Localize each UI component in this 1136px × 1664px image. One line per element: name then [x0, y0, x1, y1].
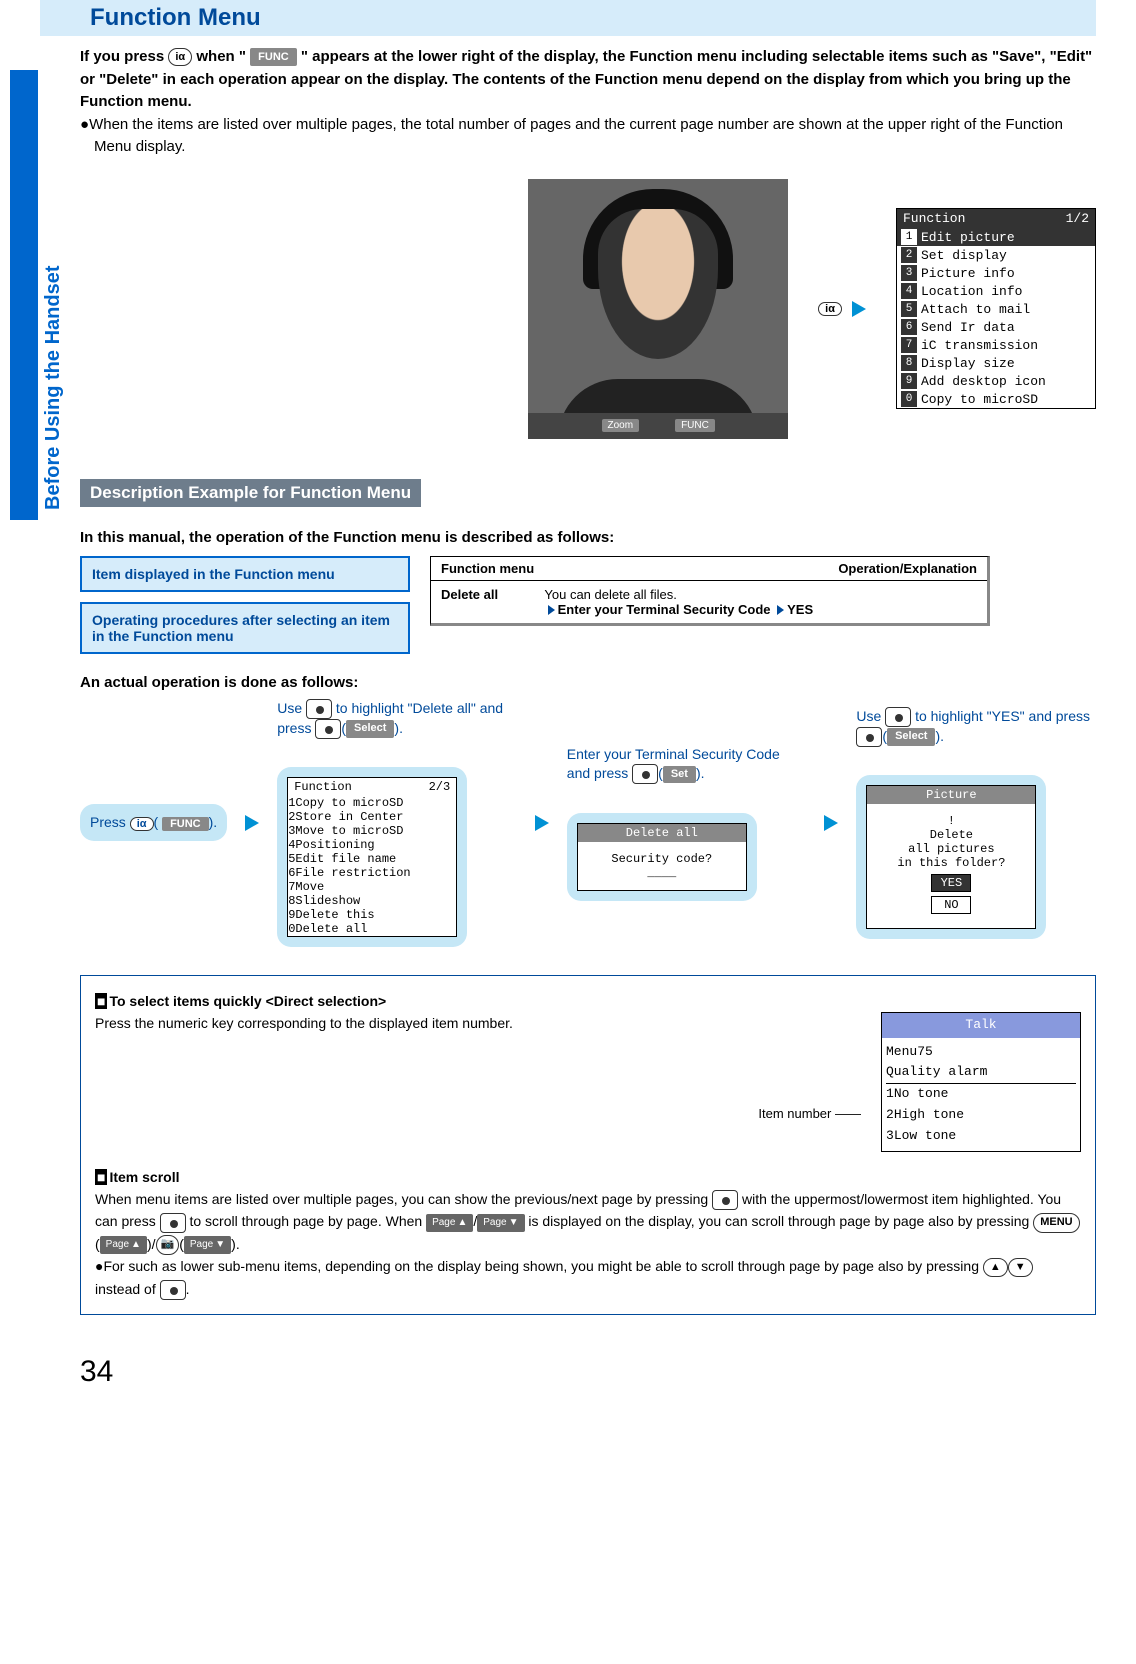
arrow-right-icon	[852, 301, 866, 317]
i-alpha-key-2: iα	[818, 302, 842, 316]
i-alpha-key-3: iα	[130, 817, 154, 831]
menu-item: 2Set display	[897, 246, 1095, 264]
menu-item: 0Copy to microSD	[897, 390, 1095, 408]
page-number: 34	[80, 1355, 1096, 1389]
notes-box: ■To select items quickly <Direct selecti…	[80, 975, 1096, 1316]
menu-item: 0Delete all	[288, 922, 456, 936]
talk-item: 2High tone	[886, 1105, 1076, 1126]
arrow-right-icon	[824, 815, 838, 831]
subheader-description: Description Example for Function Menu	[80, 479, 421, 507]
menu-item: 3Picture info	[897, 264, 1095, 282]
talk-screen: Talk Menu75 Quality alarm 1No tone2High …	[881, 1012, 1081, 1152]
arrow-right-icon	[245, 815, 259, 831]
confirm-screen: Picture ! Delete all pictures in this fo…	[866, 785, 1036, 929]
menu-item: 8Slideshow	[288, 894, 456, 908]
step0-press-func: Press iα( FUNC).	[80, 804, 227, 840]
function-menu-screen-2: Function2/3 1Copy to microSD2Store in Ce…	[287, 777, 457, 937]
menu-key: MENU	[1033, 1213, 1079, 1233]
page-down-chip: Page	[477, 1214, 524, 1232]
menu-item: 2Store in Center	[288, 810, 456, 824]
step1-caption: Use to highlight "Delete all" and press …	[277, 699, 517, 761]
nav-pad-icon	[712, 1190, 738, 1210]
camera-key: 📷	[156, 1235, 180, 1255]
nav-pad-icon	[856, 727, 882, 747]
i-alpha-key: iα	[168, 48, 192, 67]
set-chip: Set	[663, 766, 696, 783]
menu-item: 9Add desktop icon	[897, 372, 1095, 390]
nav-pad-icon	[632, 764, 658, 784]
intro-paragraph: If you press iα when " FUNC " appears at…	[80, 46, 1096, 159]
nav-pad-icon	[315, 719, 341, 739]
nav-pad-icon	[160, 1213, 186, 1233]
step2-caption: Enter your Terminal Security Code and pr…	[567, 745, 807, 807]
zoom-softkey: Zoom	[602, 419, 640, 432]
func-chip: FUNC	[250, 48, 297, 67]
down-key: ▼	[1008, 1258, 1033, 1278]
func-chip-2: FUNC	[162, 817, 209, 831]
menu-item: 1Copy to microSD	[288, 796, 456, 810]
desc-intro: In this manual, the operation of the Fun…	[80, 529, 1096, 546]
arrow-right-icon	[535, 815, 549, 831]
menu-item: 5Edit file name	[288, 852, 456, 866]
menu-item: 7Move	[288, 880, 456, 894]
page-title: Function Menu	[90, 4, 1096, 32]
select-chip: Select	[346, 720, 394, 737]
menu-item: 1Edit picture	[897, 228, 1095, 246]
menu-item: 6Send Ir data	[897, 318, 1095, 336]
select-chip-2: Select	[887, 728, 935, 745]
legend-item-displayed: Item displayed in the Function menu	[80, 556, 410, 592]
section-header: Function Menu	[40, 0, 1096, 36]
sidebar-chapter-label: Before Using the Handset	[10, 70, 38, 520]
example-photo: Zoom FUNC	[528, 179, 788, 439]
actual-intro: An actual operation is done as follows:	[80, 674, 1096, 691]
talk-item: 3Low tone	[886, 1126, 1076, 1147]
nav-pad-icon	[160, 1280, 186, 1300]
step3-caption: Use to highlight "YES" and press (Select…	[856, 707, 1096, 769]
menu-item: 4Location info	[897, 282, 1095, 300]
delete-all-screen: Delete all Security code? ____	[577, 823, 747, 891]
function-menu-screen-1: Function1/2 1Edit picture2Set display3Pi…	[896, 208, 1096, 409]
menu-item: 8Display size	[897, 354, 1095, 372]
menu-item: 5Attach to mail	[897, 300, 1095, 318]
page-up-chip: Page	[426, 1214, 473, 1232]
menu-item: 3Move to microSD	[288, 824, 456, 838]
menu-item: 6File restriction	[288, 866, 456, 880]
func-softkey: FUNC	[675, 419, 715, 432]
menu-item: 7iC transmission	[897, 336, 1095, 354]
up-key: ▲	[983, 1258, 1008, 1278]
nav-pad-icon	[306, 699, 332, 719]
menu-item: 9Delete this	[288, 908, 456, 922]
menu-item: 4Positioning	[288, 838, 456, 852]
nav-pad-icon	[885, 707, 911, 727]
legend-operating-procedures: Operating procedures after selecting an …	[80, 602, 410, 654]
talk-item: 1No tone	[886, 1084, 1076, 1105]
function-menu-table: Function menuOperation/Explanation Delet…	[430, 556, 990, 626]
